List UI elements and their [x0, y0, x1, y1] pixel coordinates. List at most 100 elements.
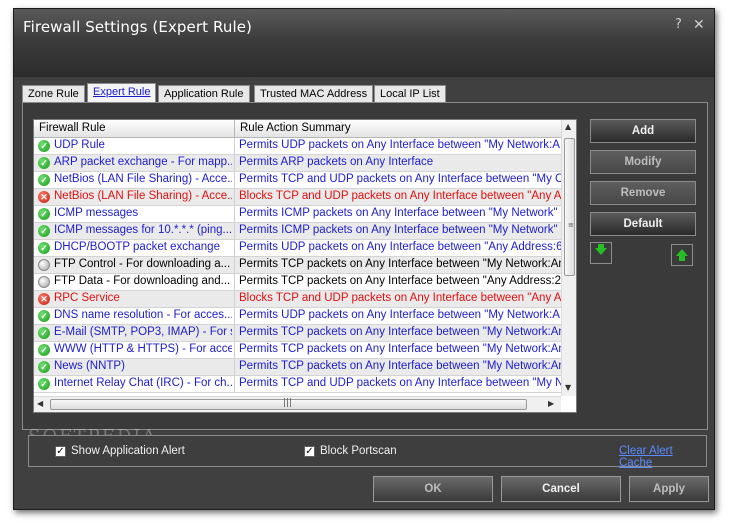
column-header-firewall-rule[interactable]: Firewall Rule — [39, 122, 105, 134]
rule-name: FTP Data - For downloading and... — [54, 275, 231, 287]
column-divider — [234, 274, 235, 290]
title-bar[interactable]: Firewall Settings (Expert Rule) ? ✕ — [14, 9, 714, 77]
horizontal-scroll-thumb[interactable]: ||| — [50, 398, 527, 410]
rule-name: UDP Rule — [54, 139, 105, 151]
neutral-icon — [38, 259, 50, 271]
column-divider — [234, 291, 235, 307]
block-portscan-label[interactable]: Block Portscan — [320, 445, 397, 457]
block-icon: ✕ — [38, 293, 50, 305]
block-icon: ✕ — [38, 191, 50, 203]
table-row[interactable]: ✓ Internet Relay Chat (IRC) - For ch... Pe… — [34, 376, 561, 393]
move-down-button[interactable] — [590, 242, 612, 264]
table-row[interactable]: ✓ E-Mail (SMTP, POP3, IMAP) - For s... Per… — [34, 325, 561, 342]
tab-label: Expert Rule — [93, 86, 151, 98]
scroll-left-icon[interactable]: ◀ — [37, 399, 43, 408]
check-icon: ✓ — [38, 378, 50, 390]
rule-summary: Permits TCP packets on Any Interface bet… — [239, 343, 561, 355]
column-divider — [234, 223, 235, 239]
rule-name: FTP Control - For downloading a... — [54, 258, 231, 270]
rule-name: WWW (HTTP & HTTPS) - For acces... — [54, 343, 232, 355]
column-divider — [234, 155, 235, 171]
rule-summary: Permits ARP packets on Any Interface — [239, 156, 434, 168]
horizontal-scrollbar[interactable]: ◀ ||| ▶ — [34, 396, 561, 412]
rule-name: E-Mail (SMTP, POP3, IMAP) - For s... — [54, 326, 232, 338]
grip-icon: ≡ — [568, 221, 574, 229]
apply-button[interactable]: Apply — [629, 476, 709, 502]
table-row[interactable]: ✓ ICMP messages for 10.*.*.* (ping... Perm… — [34, 223, 561, 240]
scroll-up-icon[interactable]: ▲ — [565, 122, 571, 131]
vertical-scrollbar[interactable]: ▲ ≡ ▼ — [561, 120, 576, 396]
check-icon: ✓ — [38, 174, 50, 186]
column-divider — [234, 308, 235, 324]
check-icon: ✓ — [38, 310, 50, 322]
tab-expert-rule[interactable]: Expert Rule — [87, 83, 157, 103]
table-row[interactable]: ✓ DHCP/BOOTP packet exchange Permits UDP p… — [34, 240, 561, 257]
show-application-alert-label[interactable]: Show Application Alert — [71, 445, 185, 457]
table-row[interactable]: ✓ DNS name resolution - For acces... Permi… — [34, 308, 561, 325]
scroll-right-icon[interactable]: ▶ — [548, 399, 554, 408]
check-icon: ✓ — [38, 242, 50, 254]
ok-button[interactable]: OK — [373, 476, 493, 502]
rule-summary: Permits TCP and UDP packets on Any Inter… — [239, 173, 561, 185]
tab-application-rule[interactable]: Application Rule — [158, 85, 250, 103]
check-icon: ✓ — [38, 208, 50, 220]
table-row[interactable]: FTP Control - For downloading a... Permit… — [34, 257, 561, 274]
rule-name: NetBios (LAN File Sharing) - Acce... — [54, 190, 232, 202]
rule-summary: Permits UDP packets on Any Interface bet… — [239, 139, 560, 151]
tab-label: Local IP List — [380, 88, 440, 100]
rule-name: RPC Service — [54, 292, 120, 304]
table-row[interactable]: ✓ UDP Rule Permits UDP packets on Any Inte… — [34, 138, 561, 155]
rule-summary: Permits UDP packets on Any Interface bet… — [239, 241, 561, 253]
options-bar: ✓ Show Application Alert ✓ Block Portsca… — [28, 435, 707, 469]
help-icon[interactable]: ? — [675, 17, 682, 32]
modify-button[interactable]: Modify — [590, 150, 696, 174]
rule-rows: ✓ UDP Rule Permits UDP packets on Any Inte… — [34, 138, 561, 396]
rule-summary: Blocks TCP and UDP packets on Any Interf… — [239, 190, 561, 202]
add-button[interactable]: Add — [590, 119, 696, 143]
block-portscan-checkbox[interactable]: ✓ — [304, 446, 315, 457]
table-row[interactable]: ✓ ARP packet exchange - For mapp... Permit… — [34, 155, 561, 172]
window-title: Firewall Settings (Expert Rule) — [23, 18, 253, 36]
column-divider — [234, 206, 235, 222]
show-application-alert-checkbox[interactable]: ✓ — [55, 446, 66, 457]
table-row[interactable]: ✓ NetBios (LAN File Sharing) - Acce... Per… — [34, 172, 561, 189]
tab-trusted-mac-address[interactable]: Trusted MAC Address — [254, 85, 374, 103]
clear-alert-cache-link[interactable]: Clear Alert Cache — [619, 445, 706, 469]
check-icon: ✓ — [38, 157, 50, 169]
column-divider — [234, 138, 235, 154]
rule-summary: Permits TCP packets on Any Interface bet… — [239, 360, 561, 372]
default-button[interactable]: Default — [590, 212, 696, 236]
remove-button[interactable]: Remove — [590, 181, 696, 205]
rule-name: News (NNTP) — [54, 360, 125, 372]
table-row[interactable]: ✓ WWW (HTTP & HTTPS) - For acces... Permit… — [34, 342, 561, 359]
cancel-button[interactable]: Cancel — [501, 476, 621, 502]
table-row[interactable]: ✓ News (NNTP) Permits TCP packets on Any I… — [34, 359, 561, 376]
grip-icon: ||| — [283, 398, 293, 408]
column-divider — [234, 189, 235, 205]
rule-name: Internet Relay Chat (IRC) - For ch... — [54, 377, 232, 389]
rule-name: ARP packet exchange - For mapp... — [54, 156, 232, 168]
table-row[interactable]: ✕ RPC Service Blocks TCP and UDP packets o… — [34, 291, 561, 308]
vertical-scroll-thumb[interactable]: ≡ — [564, 138, 575, 276]
rule-summary: Blocks TCP and UDP packets on Any Interf… — [239, 292, 561, 304]
table-row[interactable]: ✕ NetBios (LAN File Sharing) - Acce... Blo… — [34, 189, 561, 206]
firewall-rule-list[interactable]: Firewall Rule Rule Action Summary ✓ UDP R… — [33, 119, 577, 413]
rule-name: NetBios (LAN File Sharing) - Acce... — [54, 173, 232, 185]
tab-label: Trusted MAC Address — [260, 88, 368, 100]
rule-summary: Permits ICMP packets on Any Interface be… — [239, 207, 558, 219]
table-row[interactable]: ✓ ICMP messages Permits ICMP packets on An… — [34, 206, 561, 223]
check-icon: ✓ — [38, 344, 50, 356]
close-icon[interactable]: ✕ — [693, 17, 705, 33]
column-divider[interactable] — [234, 120, 235, 138]
column-header-rule-action-summary[interactable]: Rule Action Summary — [240, 122, 351, 134]
tab-zone-rule[interactable]: Zone Rule — [22, 85, 85, 103]
scroll-down-icon[interactable]: ▼ — [565, 383, 571, 392]
column-divider — [234, 240, 235, 256]
column-divider — [234, 376, 235, 392]
move-up-button[interactable] — [671, 244, 693, 266]
rule-summary: Permits TCP packets on Any Interface bet… — [239, 275, 561, 287]
firewall-settings-window: Firewall Settings (Expert Rule) ? ✕ Zone… — [13, 8, 715, 510]
tab-local-ip-list[interactable]: Local IP List — [374, 85, 446, 103]
tab-label: Zone Rule — [28, 88, 79, 100]
table-row[interactable]: FTP Data - For downloading and... Permits… — [34, 274, 561, 291]
